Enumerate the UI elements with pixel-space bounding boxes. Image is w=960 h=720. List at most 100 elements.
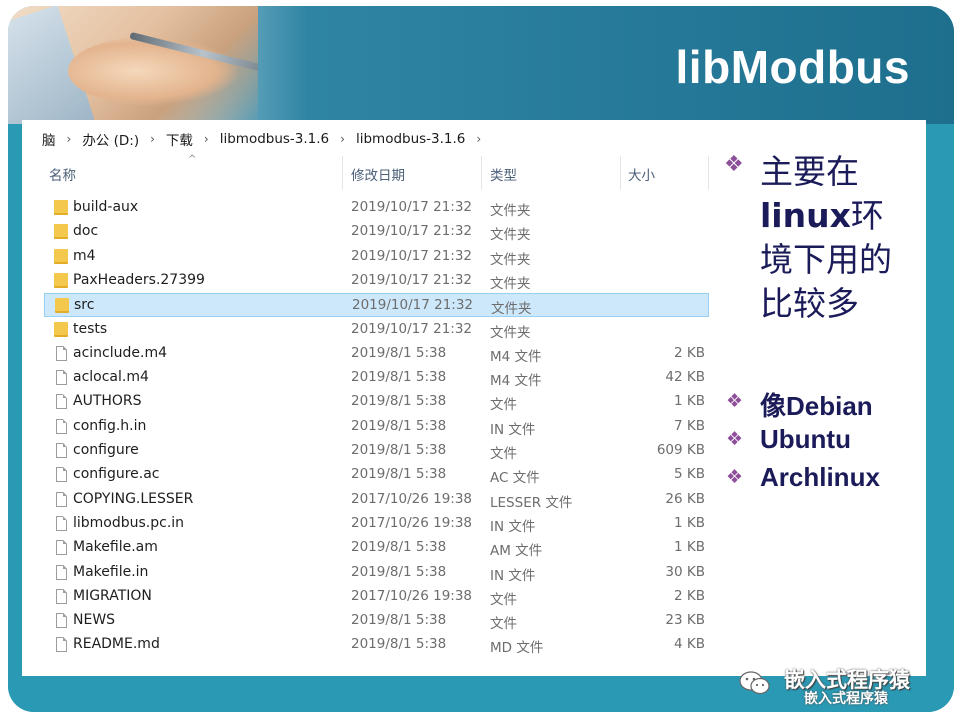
sub-bullet-text: Archlinux — [760, 462, 880, 492]
breadcrumb-item[interactable]: 脑 — [40, 129, 58, 149]
file-date: 2019/10/17 21:32 — [352, 297, 474, 314]
file-icon — [56, 588, 67, 604]
file-row[interactable]: src 2019/10/17 21:32 文件夹 — [44, 293, 709, 318]
file-icon — [56, 467, 67, 483]
main-bullet-line: 比较多 — [760, 284, 859, 323]
file-date: 2019/8/1 5:38 — [351, 393, 447, 410]
file-date: 2019/10/17 21:32 — [351, 199, 473, 215]
file-date: 2019/8/1 5:38 — [351, 417, 447, 434]
breadcrumb-item[interactable]: libmodbus-3.1.6 — [354, 131, 467, 147]
file-row[interactable]: Makefile.am 2019/8/1 5:38 AM 文件 1 KB — [44, 536, 709, 560]
column-headers: ^ 名称 修改日期 类型 大小 — [30, 154, 710, 190]
file-type: 文件 — [490, 616, 517, 633]
file-date: 2019/8/1 5:38 — [351, 612, 447, 629]
file-row[interactable]: config.h.in 2019/8/1 5:38 IN 文件 7 KB — [44, 415, 709, 439]
file-row[interactable]: m4 2019/10/17 21:32 文件夹 — [44, 245, 709, 269]
file-name: configure — [73, 442, 139, 458]
file-icon — [56, 491, 67, 507]
diamond-bullet-icon: ❖ — [726, 428, 744, 450]
file-type: M4 文件 — [490, 373, 542, 390]
folder-icon — [55, 298, 69, 314]
diamond-bullet-icon: ❖ — [726, 390, 744, 412]
column-header-size[interactable]: 大小 — [628, 164, 655, 184]
file-row[interactable]: tests 2019/10/17 21:32 文件夹 — [44, 318, 709, 342]
file-row[interactable]: MIGRATION 2017/10/26 19:38 文件 2 KB — [44, 585, 709, 609]
column-header-type[interactable]: 类型 — [490, 164, 517, 184]
file-date: 2019/10/17 21:32 — [351, 247, 473, 264]
file-row[interactable]: doc 2019/10/17 21:32 文件夹 — [44, 220, 709, 244]
file-date: 2019/10/17 21:32 — [351, 223, 473, 240]
column-header-date[interactable]: 修改日期 — [351, 164, 405, 184]
file-name: libmodbus.pc.in — [73, 514, 185, 531]
file-type: 文件 — [490, 591, 517, 608]
file-name: README.md — [73, 636, 160, 653]
sort-ascending-icon: ^ — [188, 154, 197, 165]
file-size: 23 KB — [665, 612, 705, 629]
file-icon — [56, 564, 67, 580]
watermark: 嵌入式程序猿 嵌入式程序猿 — [738, 662, 938, 712]
hand-with-pen-photo — [8, 6, 258, 124]
file-date: 2019/8/1 5:38 — [351, 442, 447, 458]
file-row[interactable]: build-aux 2019/10/17 21:32 文件夹 — [44, 196, 709, 220]
file-size: 1 KB — [674, 514, 705, 531]
file-size: 7 KB — [674, 417, 705, 434]
watermark-subtext: 嵌入式程序猿 — [804, 691, 888, 707]
file-name: tests — [73, 320, 108, 337]
file-name: config.h.in — [73, 417, 147, 434]
sub-bullet-text: Ubuntu — [760, 424, 851, 454]
file-type: IN 文件 — [490, 421, 536, 438]
file-name: src — [74, 297, 95, 314]
file-date: 2017/10/26 19:38 — [351, 514, 473, 531]
file-date: 2019/8/1 5:38 — [351, 563, 447, 580]
breadcrumb-item[interactable]: 办公 (D:) — [80, 129, 141, 149]
diamond-bullet-icon: ❖ — [724, 152, 744, 177]
file-name: build-aux — [73, 199, 139, 215]
chevron-right-icon: › — [150, 132, 155, 146]
file-type: IN 文件 — [490, 518, 536, 535]
file-size: 5 KB — [674, 466, 705, 483]
file-row[interactable]: acinclude.m4 2019/8/1 5:38 M4 文件 2 KB — [44, 342, 709, 366]
file-date: 2017/10/26 19:38 — [351, 490, 473, 507]
file-type: 文件夹 — [491, 301, 532, 318]
file-row[interactable]: libmodbus.pc.in 2017/10/26 19:38 IN 文件 1 KB — [44, 512, 709, 536]
file-name: Makefile.in — [73, 563, 149, 580]
breadcrumb-item[interactable]: 下载 — [164, 129, 195, 149]
diamond-bullet-icon: ❖ — [726, 466, 744, 488]
file-icon — [56, 540, 67, 556]
file-row[interactable]: configure 2019/8/1 5:38 文件 609 KB — [44, 439, 709, 463]
file-row[interactable]: PaxHeaders.27399 2019/10/17 21:32 文件夹 — [44, 269, 709, 293]
file-type: M4 文件 — [490, 348, 542, 365]
file-date: 2019/8/1 5:38 — [351, 539, 447, 556]
file-row[interactable]: configure.ac 2019/8/1 5:38 AC 文件 5 KB — [44, 463, 709, 487]
main-bullet-rest: 环 — [850, 196, 884, 235]
file-date: 2019/8/1 5:38 — [351, 636, 447, 653]
file-size: 1 KB — [674, 393, 705, 410]
file-row[interactable]: COPYING.LESSER 2017/10/26 19:38 LESSER 文件 2… — [44, 488, 709, 512]
file-row[interactable]: aclocal.m4 2019/8/1 5:38 M4 文件 42 KB — [44, 366, 709, 390]
column-divider[interactable] — [481, 156, 482, 190]
file-size: 1 KB — [674, 539, 705, 556]
file-type: 文件夹 — [490, 227, 531, 244]
file-date: 2019/8/1 5:38 — [351, 344, 447, 361]
file-name: configure.ac — [73, 466, 160, 483]
file-type: AC 文件 — [490, 470, 540, 487]
file-row[interactable]: Makefile.in 2019/8/1 5:38 IN 文件 30 KB — [44, 561, 709, 585]
file-date: 2019/8/1 5:38 — [351, 369, 447, 386]
file-row[interactable]: README.md 2019/8/1 5:38 MD 文件 4 KB — [44, 633, 709, 657]
column-divider[interactable] — [620, 156, 621, 190]
breadcrumb-item[interactable]: libmodbus-3.1.6 — [218, 131, 331, 147]
file-row[interactable]: NEWS 2019/8/1 5:38 文件 23 KB — [44, 609, 709, 633]
wechat-logo-icon — [739, 671, 770, 695]
file-type: 文件夹 — [490, 275, 531, 292]
folder-icon — [54, 321, 68, 337]
breadcrumb[interactable]: 脑 › 办公 (D:) › 下载 › libmodbus-3.1.6 › lib… — [40, 128, 490, 150]
chevron-right-icon: › — [203, 132, 209, 146]
column-divider[interactable] — [708, 156, 709, 190]
file-row[interactable]: AUTHORS 2019/8/1 5:38 文件 1 KB — [44, 390, 709, 414]
column-divider[interactable] — [342, 156, 343, 190]
sub-bullet: ❖ 像Debian — [726, 386, 936, 421]
main-bullet-line: 境下用的 — [760, 240, 892, 279]
file-icon — [56, 394, 67, 410]
file-name: m4 — [73, 247, 96, 264]
column-header-name[interactable]: 名称 — [49, 164, 76, 184]
